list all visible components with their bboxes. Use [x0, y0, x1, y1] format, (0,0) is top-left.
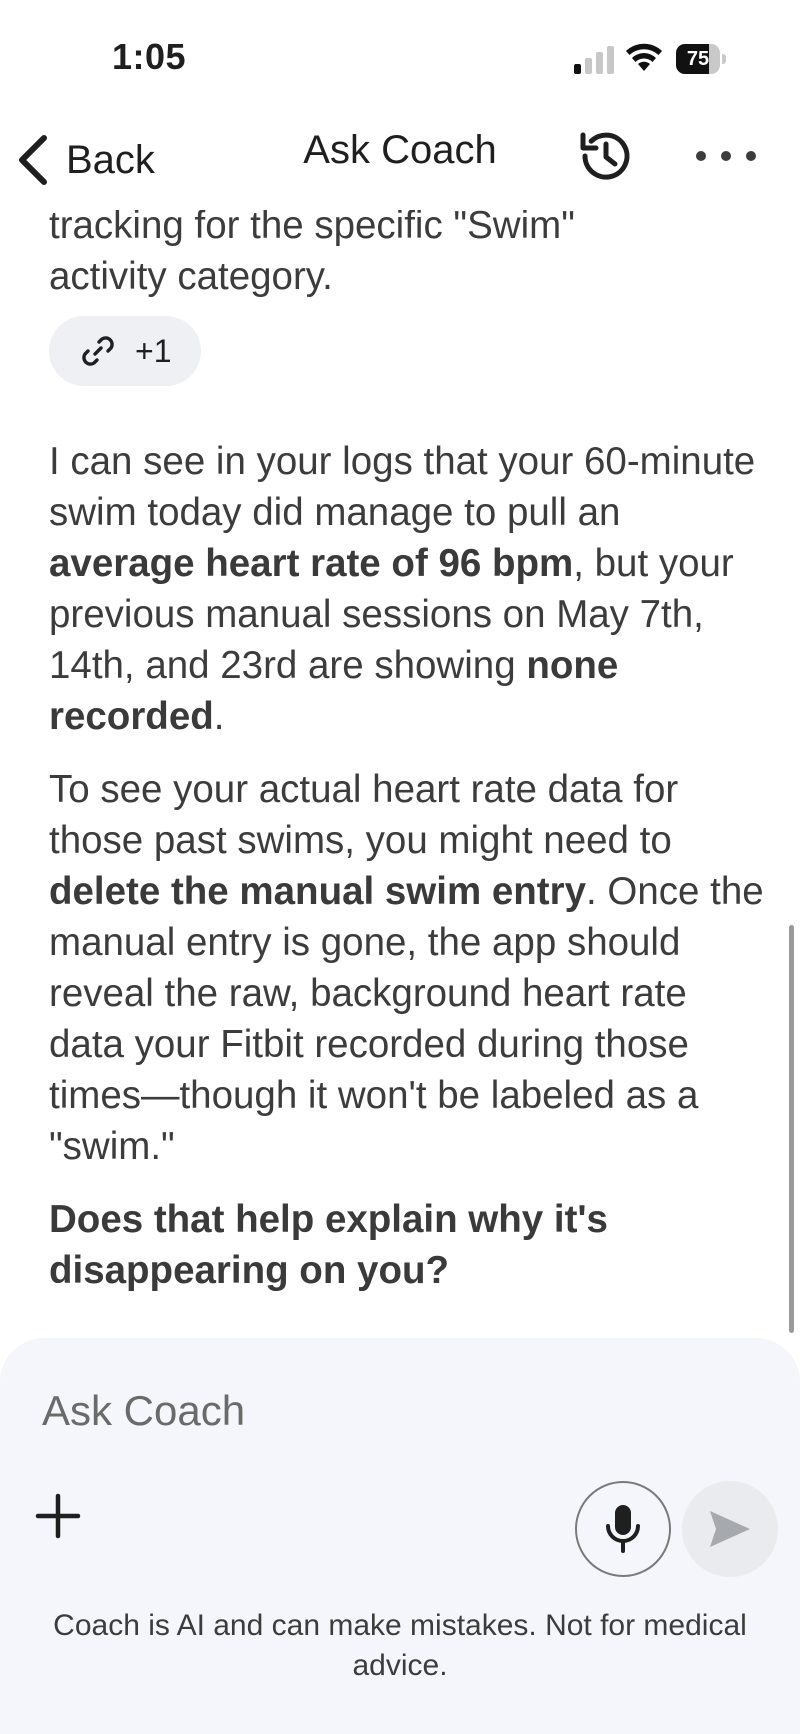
nav-header: Back Ask Coach — [0, 110, 800, 210]
history-button[interactable] — [576, 126, 636, 186]
source-chip-label: +1 — [135, 332, 172, 369]
scrollbar[interactable] — [789, 925, 794, 1333]
plus-icon — [35, 1493, 81, 1539]
message-intro-line-2: activity category. — [49, 255, 333, 298]
more-options-button[interactable] — [696, 136, 756, 176]
message-paragraph-delete-entry: To see your actual heart rate data for t… — [49, 768, 764, 1168]
composer: Coach is AI and can make mistakes. Not f… — [0, 1338, 800, 1734]
message-intro: tracking for the specific "Swim" activit… — [49, 200, 765, 302]
status-time: 1:05 — [112, 36, 187, 77]
back-button[interactable]: Back — [14, 120, 155, 200]
send-button[interactable] — [682, 1481, 778, 1577]
highlight-delete-entry: delete the manual swim entry — [49, 870, 587, 913]
status-bar: 1:05 75 — [0, 0, 800, 110]
message-question: Does that help explain why it's disappea… — [49, 1198, 608, 1292]
microphone-icon — [606, 1505, 640, 1553]
cellular-signal-icon — [574, 46, 616, 74]
chevron-left-icon — [19, 135, 47, 185]
message-paragraph-heart-rate: I can see in your logs that your 60-minu… — [49, 440, 756, 738]
ask-coach-input[interactable] — [40, 1378, 744, 1444]
add-attachment-button[interactable] — [30, 1488, 86, 1544]
source-chip[interactable]: +1 — [49, 316, 202, 386]
battery-icon: 75 — [676, 44, 726, 74]
microphone-button[interactable] — [575, 1481, 671, 1577]
back-label: Back — [66, 137, 155, 182]
coach-message: tracking for the specific "Swim" activit… — [49, 200, 765, 1296]
more-icon — [696, 151, 706, 161]
link-icon — [82, 336, 114, 366]
send-icon — [710, 1511, 750, 1547]
ai-disclaimer: Coach is AI and can make mistakes. Not f… — [53, 1609, 747, 1682]
highlight-average-heart-rate: average heart rate of 96 bpm — [49, 542, 574, 585]
wifi-icon — [624, 40, 664, 74]
history-icon — [580, 132, 630, 180]
battery-level: 75 — [686, 48, 710, 70]
message-intro-line-1: tracking for the specific "Swim" — [49, 204, 575, 247]
